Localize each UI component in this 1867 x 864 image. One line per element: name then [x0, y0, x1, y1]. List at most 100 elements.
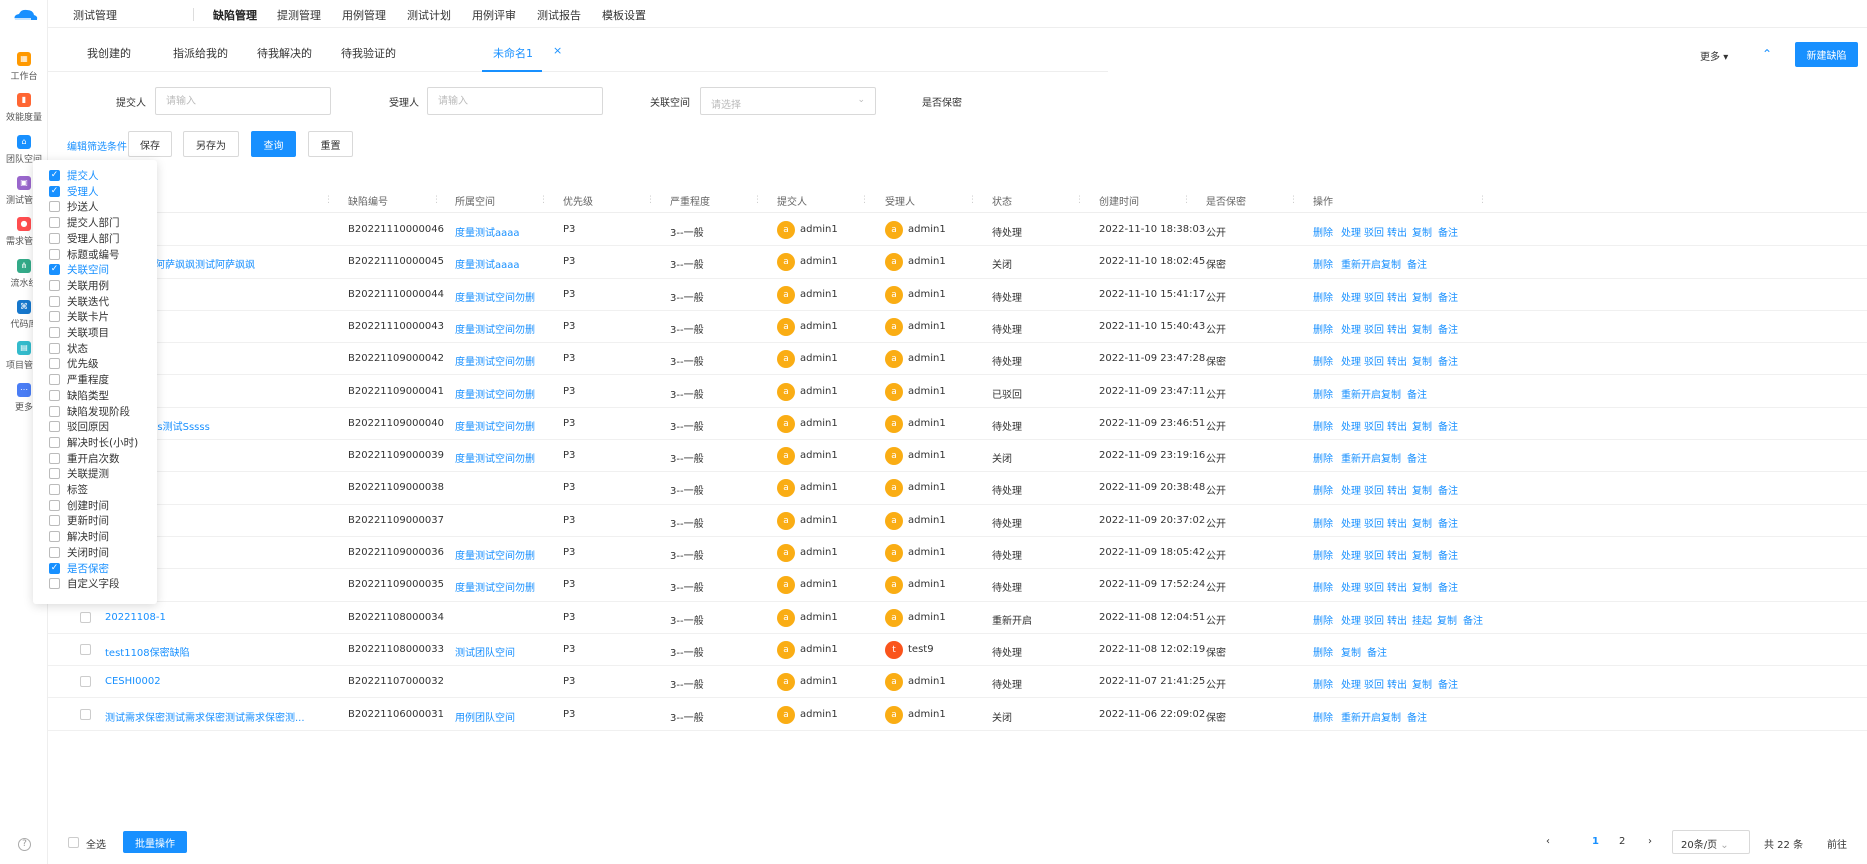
op-link[interactable]: 删除: [1313, 256, 1333, 271]
table-row[interactable]: CESHI0002 B20221107000032 P3 3--一般 a admin1 a a…: [48, 666, 1867, 699]
space-link[interactable]: 度量测试aaaa: [455, 224, 520, 239]
op-link[interactable]: 重新开启: [1341, 386, 1381, 401]
checkbox-icon[interactable]: [49, 327, 60, 338]
op-link[interactable]: 转出: [1387, 612, 1407, 627]
checkbox-icon[interactable]: [49, 279, 60, 291]
defect-title-link[interactable]: 20221108-1: [105, 612, 166, 623]
op-link[interactable]: 驳回: [1364, 418, 1384, 433]
space-link[interactable]: 度量测试空间勿删: [455, 386, 535, 401]
new-defect-button[interactable]: 新建缺陷: [1795, 42, 1858, 67]
table-row[interactable]: 密测试2B20221109000038P33--一般aadmin1aadmin1…: [48, 472, 1867, 505]
space-link[interactable]: 度量测试空间勿删: [455, 579, 535, 594]
checkbox-icon[interactable]: [49, 342, 60, 354]
space-link[interactable]: 度量测试空间勿删: [455, 353, 535, 368]
op-link[interactable]: 驳回: [1364, 321, 1384, 336]
checkbox-checked-icon[interactable]: ✓: [49, 170, 60, 181]
column-handle[interactable]: ⋮: [1289, 195, 1298, 205]
op-link[interactable]: 备注: [1407, 709, 1427, 724]
help-icon[interactable]: ?: [18, 838, 31, 851]
op-link[interactable]: 转出: [1387, 224, 1407, 239]
op-link[interactable]: 备注: [1367, 644, 1387, 659]
op-link[interactable]: 复制: [1381, 450, 1401, 465]
column-handle[interactable]: ⋮: [968, 195, 977, 205]
nav-case-review[interactable]: 用例评审: [472, 7, 516, 23]
nav-case-management[interactable]: 用例管理: [342, 7, 386, 23]
checkbox-icon[interactable]: [49, 515, 60, 527]
op-link[interactable]: 复制: [1381, 709, 1401, 724]
checkbox-icon[interactable]: [49, 531, 60, 543]
op-link[interactable]: 删除: [1313, 289, 1333, 304]
op-link[interactable]: 转出: [1387, 579, 1407, 594]
checkbox-checked-icon[interactable]: ✓: [49, 562, 60, 574]
op-link[interactable]: 重新开启: [1341, 450, 1381, 465]
op-link[interactable]: 重新开启: [1341, 256, 1381, 271]
column-handle[interactable]: ⋮: [753, 195, 762, 205]
op-link[interactable]: 删除: [1313, 547, 1333, 562]
op-link[interactable]: 处理: [1341, 321, 1361, 336]
op-link[interactable]: 删除: [1313, 644, 1333, 659]
op-link[interactable]: 复制: [1412, 353, 1432, 368]
column-handle[interactable]: ⋮: [324, 195, 333, 205]
op-link[interactable]: 复制: [1412, 676, 1432, 691]
checkbox-icon[interactable]: [49, 374, 60, 386]
checkbox-icon[interactable]: [49, 248, 60, 260]
checkbox-icon[interactable]: [49, 295, 60, 307]
table-row[interactable]: 测试需求保密测试需求保密测试需求保密测... B20221106000031 用例团…: [48, 699, 1867, 731]
checkbox-icon[interactable]: [49, 405, 60, 417]
defect-title-link[interactable]: test1108保密缺陷: [105, 644, 190, 659]
checkbox-icon[interactable]: [49, 578, 60, 590]
row-checkbox[interactable]: [80, 611, 91, 623]
op-link[interactable]: 驳回: [1364, 353, 1384, 368]
checkbox-icon[interactable]: [49, 421, 60, 433]
table-row[interactable]: B20221110000044 度量测试空间勿删 P3 3--一般 a admin1 a ad…: [48, 279, 1867, 311]
table-row[interactable]: 密测试B20221109000037P33--一般aadmin1aadmin1待…: [48, 505, 1867, 537]
row-checkbox[interactable]: [80, 708, 91, 720]
op-link[interactable]: 处理: [1341, 579, 1361, 594]
op-link[interactable]: 删除: [1313, 321, 1333, 336]
op-link[interactable]: 删除: [1313, 386, 1333, 401]
checkbox-icon[interactable]: [49, 452, 60, 464]
op-link[interactable]: 删除: [1313, 353, 1333, 368]
select-all-checkbox[interactable]: [68, 837, 79, 848]
op-link[interactable]: 删除: [1313, 224, 1333, 239]
column-handle[interactable]: ⋮: [1478, 195, 1487, 205]
table-row[interactable]: test1108保密缺陷 B20221108000033 测试团队空间 P3 3--一般…: [48, 634, 1867, 667]
op-link[interactable]: 复制: [1412, 579, 1432, 594]
op-link[interactable]: 处理: [1341, 676, 1361, 691]
op-link[interactable]: 复制: [1412, 547, 1432, 562]
defect-title-link[interactable]: CESHI0002: [105, 676, 161, 687]
op-link[interactable]: 驳回: [1364, 224, 1384, 239]
tab-to-verify[interactable]: 待我验证的: [341, 45, 396, 61]
table-row[interactable]: test111B20221109000036度量测试空间勿删P33--一般aad…: [48, 537, 1867, 570]
row-checkbox[interactable]: [80, 676, 91, 688]
checkbox-icon[interactable]: [49, 436, 60, 448]
op-link[interactable]: 删除: [1313, 612, 1333, 627]
op-link[interactable]: 重新开启: [1341, 709, 1381, 724]
op-link[interactable]: 备注: [1438, 353, 1458, 368]
op-link[interactable]: 处理: [1341, 353, 1361, 368]
column-handle[interactable]: ⋮: [1182, 195, 1191, 205]
op-link[interactable]: 备注: [1438, 418, 1458, 433]
op-link[interactable]: 处理: [1341, 515, 1361, 530]
table-row[interactable]: 萨飒飒测试阿萨飒飒测试阿萨飒飒 B20221110000045 度量测试aaaa P3…: [48, 246, 1867, 279]
checkbox-checked-icon[interactable]: ✓: [49, 185, 60, 197]
space-link[interactable]: 度量测试aaaa: [455, 256, 520, 271]
op-link[interactable]: 处理: [1341, 482, 1361, 497]
query-button[interactable]: 查询: [251, 131, 296, 157]
op-link[interactable]: 删除: [1313, 482, 1333, 497]
checkbox-icon[interactable]: [49, 217, 60, 229]
space-link[interactable]: 度量测试空间勿删: [455, 450, 535, 465]
prev-page-icon[interactable]: ‹: [1546, 836, 1550, 847]
save-as-button[interactable]: 另存为: [183, 131, 239, 157]
table-row[interactable]: ss驳回B20221109000041度量测试空间勿删P33--一般aadmin…: [48, 376, 1867, 408]
nav-template-settings[interactable]: 模板设置: [602, 7, 646, 23]
space-link[interactable]: 度量测试空间勿删: [455, 321, 535, 336]
column-handle[interactable]: ⋮: [1075, 195, 1084, 205]
op-link[interactable]: 驳回: [1364, 676, 1384, 691]
space-link[interactable]: 测试团队空间: [455, 644, 515, 659]
op-link[interactable]: 转出: [1387, 418, 1407, 433]
checkbox-icon[interactable]: [49, 311, 60, 323]
submitter-input[interactable]: [155, 87, 331, 115]
op-link[interactable]: 删除: [1313, 515, 1333, 530]
op-link[interactable]: 删除: [1313, 418, 1333, 433]
